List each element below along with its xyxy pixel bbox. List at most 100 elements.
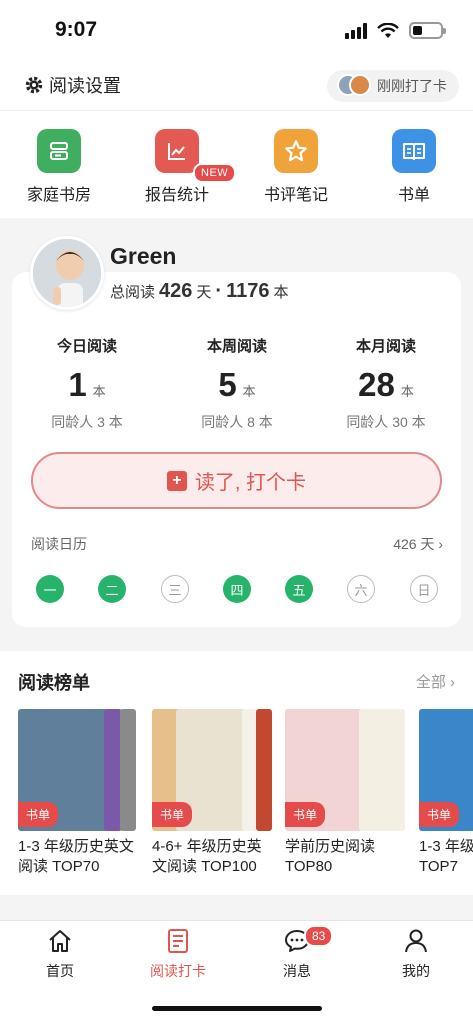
star-icon bbox=[274, 129, 318, 173]
book-cover: 书单 bbox=[18, 709, 138, 831]
stat-value: 28 bbox=[358, 366, 395, 403]
stat-today: 今日阅读 1本 同龄人 3 本 bbox=[17, 335, 157, 432]
review-notes-label: 书评笔记 bbox=[263, 187, 328, 204]
tab-label: 消息 bbox=[283, 963, 311, 979]
calendar-day[interactable]: 六 bbox=[347, 575, 375, 603]
calendar-day[interactable]: 三 bbox=[161, 575, 189, 603]
stat-title: 本周阅读 bbox=[206, 338, 267, 355]
book-cover: 书单 bbox=[152, 709, 272, 831]
stat-title: 本月阅读 bbox=[355, 338, 416, 355]
stat-peers: 同龄人 30 本 bbox=[346, 414, 426, 430]
quick-nav: 家庭书房 报告统计 NEW 书评笔记 书单 bbox=[0, 110, 473, 218]
calendar-day[interactable]: 四 bbox=[223, 575, 251, 603]
recent-checkin-pill[interactable]: 刚刚打了卡 bbox=[327, 70, 459, 102]
checkin-icon bbox=[168, 929, 188, 953]
stat-unit: 本 bbox=[400, 384, 414, 399]
book-list-icon bbox=[392, 129, 436, 173]
stat-title: 今日阅读 bbox=[56, 338, 117, 355]
chevron-right-icon: › bbox=[450, 674, 455, 691]
home-icon bbox=[49, 930, 71, 952]
ranking-all-link[interactable]: 全部 › bbox=[416, 671, 455, 692]
new-badge: NEW bbox=[193, 163, 237, 183]
ranking-item[interactable]: 书单 学前历史阅读 TOP80 bbox=[285, 709, 405, 877]
days-unit: 天 bbox=[196, 284, 212, 301]
total-days: 426 bbox=[159, 280, 193, 302]
ranking-item[interactable]: 书单 1-3 年级历史英文阅读 TOP70 bbox=[18, 709, 138, 877]
checkin-button[interactable]: + 读了, 打个卡 bbox=[31, 452, 442, 509]
friend-avatars bbox=[337, 74, 371, 98]
book-cover: 书单 bbox=[285, 709, 405, 831]
reading-settings-label: 阅读设置 bbox=[49, 76, 121, 96]
calendar-days-count: 426 天 bbox=[393, 536, 435, 552]
user-name: Green bbox=[110, 243, 177, 269]
total-books: 1176 bbox=[226, 280, 270, 302]
tab-messages[interactable]: 消息 83 bbox=[252, 925, 342, 981]
stat-unit: 本 bbox=[242, 384, 256, 399]
ranking-title: 阅读榜单 bbox=[18, 673, 90, 693]
review-notes-button[interactable]: 书评笔记 bbox=[246, 129, 346, 205]
profile-icon bbox=[405, 929, 427, 953]
ranking-item[interactable]: 书单 4-6+ 年级历史英文阅读 TOP100 bbox=[152, 709, 272, 877]
book-list-tag: 书单 bbox=[285, 802, 326, 827]
calendar-day[interactable]: 一 bbox=[36, 575, 64, 603]
gear-icon bbox=[25, 76, 43, 94]
stat-value: 5 bbox=[218, 366, 237, 403]
ranking-item-name: 学前历史阅读 TOP80 bbox=[285, 838, 376, 875]
report-stats-label: 报告统计 bbox=[144, 187, 209, 204]
stat-month: 本月阅读 28 本 同龄人 30 本 bbox=[316, 335, 456, 432]
book-cover: 书单 bbox=[419, 709, 473, 831]
tab-label: 阅读打卡 bbox=[150, 963, 206, 979]
calendar-day[interactable]: 五 bbox=[285, 575, 313, 603]
stat-week: 本周阅读 5本 同龄人 8 本 bbox=[167, 335, 307, 432]
bookshelf-icon bbox=[37, 129, 81, 173]
ranking-all-label: 全部 bbox=[415, 674, 446, 691]
battery-icon bbox=[409, 22, 446, 39]
calendar-day[interactable]: 日 bbox=[410, 575, 438, 603]
ranking-item-name: 1-3 年级历史英文阅读 TOP70 bbox=[18, 838, 134, 875]
checkin-button-label: 读了, 打个卡 bbox=[194, 472, 307, 494]
book-list-button[interactable]: 书单 bbox=[364, 129, 464, 205]
chevron-right-icon: › bbox=[438, 536, 443, 552]
ranking-item-name: 4-6+ 年级历史英文阅读 TOP100 bbox=[152, 838, 262, 875]
status-time: 9:07 bbox=[55, 18, 98, 41]
separator: · bbox=[215, 280, 223, 302]
stat-peers: 同龄人 8 本 bbox=[201, 414, 273, 430]
book-list-tag: 书单 bbox=[18, 802, 59, 827]
book-list-tag: 书单 bbox=[152, 802, 193, 827]
top-bar: 阅读设置 刚刚打了卡 bbox=[0, 62, 473, 110]
family-library-button[interactable]: 家庭书房 bbox=[9, 129, 109, 205]
reading-ranking-section: 阅读榜单 全部 › 书单 1-3 年级历史英文阅读 TOP70 书单 4-6+ … bbox=[0, 651, 473, 895]
tab-label: 我的 bbox=[402, 963, 430, 979]
family-library-label: 家庭书房 bbox=[26, 187, 91, 204]
tab-label: 首页 bbox=[46, 963, 74, 979]
wifi-icon bbox=[377, 22, 399, 38]
reading-calendar-title: 阅读日历 bbox=[31, 536, 87, 552]
stat-peers: 同龄人 3 本 bbox=[51, 414, 123, 430]
report-stats-button[interactable]: 报告统计 NEW bbox=[127, 129, 237, 205]
stat-unit: 本 bbox=[92, 384, 106, 399]
recent-checkin-label: 刚刚打了卡 bbox=[377, 78, 447, 94]
ranking-item-name: 1-3 年级历读 TOP7 bbox=[419, 838, 473, 875]
tab-profile[interactable]: 我的 bbox=[371, 927, 461, 981]
avatar[interactable] bbox=[30, 236, 104, 310]
status-icons bbox=[345, 22, 446, 39]
avatar bbox=[349, 74, 371, 96]
ranking-item[interactable]: 书单 1-3 年级历读 TOP7 bbox=[419, 709, 473, 877]
books-unit: 本 bbox=[273, 284, 289, 301]
message-count-badge: 83 bbox=[304, 925, 334, 947]
total-reading: 总阅读 426 天 · 1176 本 bbox=[110, 280, 288, 303]
reading-settings-button[interactable]: 阅读设置 bbox=[24, 72, 121, 98]
reading-calendar-link[interactable]: 426 天 › bbox=[393, 534, 443, 554]
signal-icon bbox=[345, 22, 367, 39]
book-list-tag: 书单 bbox=[419, 802, 460, 827]
chart-icon bbox=[155, 129, 199, 173]
profile-card bbox=[12, 272, 461, 627]
total-reading-label: 总阅读 bbox=[110, 284, 156, 301]
stat-value: 1 bbox=[68, 366, 87, 403]
tab-home[interactable]: 首页 bbox=[15, 927, 105, 981]
calendar-day[interactable]: 二 bbox=[98, 575, 126, 603]
tab-reading-checkin[interactable]: 阅读打卡 bbox=[133, 927, 223, 981]
book-list-label: 书单 bbox=[397, 187, 430, 204]
home-indicator bbox=[152, 1006, 322, 1011]
status-bar: 9:07 bbox=[0, 0, 473, 62]
